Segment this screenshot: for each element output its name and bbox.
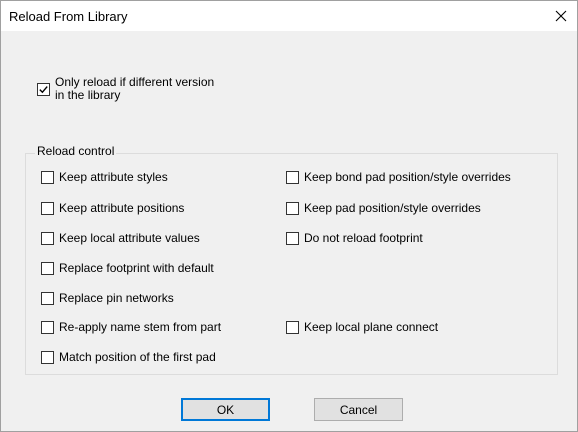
only-reload-label: Only reload if different version in the … (55, 76, 214, 102)
keep-attribute-positions-option[interactable]: Keep attribute positions (41, 202, 184, 218)
re-apply-name-stem-label: Re-apply name stem from part (59, 320, 222, 334)
keep-pad-overrides-label: Keep pad position/style overrides (304, 201, 481, 215)
keep-local-plane-connect-checkbox[interactable] (286, 321, 299, 334)
keep-attribute-positions-label: Keep attribute positions (59, 201, 185, 215)
keep-bond-pad-overrides-option[interactable]: Keep bond pad position/style overrides (286, 171, 511, 187)
dialog-title: Reload From Library (9, 9, 128, 24)
re-apply-name-stem-option[interactable]: Re-apply name stem from part (41, 321, 221, 337)
replace-footprint-with-default-option[interactable]: Replace footprint with default (41, 262, 214, 278)
re-apply-name-stem-checkbox[interactable] (41, 321, 54, 334)
replace-pin-networks-label: Replace pin networks (59, 291, 174, 305)
keep-local-attribute-values-label: Keep local attribute values (59, 231, 200, 245)
keep-bond-pad-overrides-checkbox[interactable] (286, 171, 299, 184)
do-not-reload-footprint-checkbox[interactable] (286, 232, 299, 245)
keep-local-plane-connect-option[interactable]: Keep local plane connect (286, 321, 438, 337)
keep-pad-overrides-checkbox[interactable] (286, 202, 299, 215)
check-icon (39, 86, 48, 94)
replace-pin-networks-option[interactable]: Replace pin networks (41, 292, 174, 308)
ok-button[interactable]: OK (181, 398, 270, 421)
close-button[interactable] (545, 1, 577, 31)
keep-local-plane-connect-label: Keep local plane connect (304, 320, 439, 334)
close-icon (555, 10, 567, 22)
replace-footprint-label: Replace footprint with default (59, 261, 214, 275)
keep-local-attribute-values-checkbox[interactable] (41, 232, 54, 245)
keep-pad-overrides-option[interactable]: Keep pad position/style overrides (286, 202, 481, 218)
only-reload-checkbox[interactable] (37, 83, 50, 96)
keep-attribute-styles-checkbox[interactable] (41, 171, 54, 184)
title-bar: Reload From Library (1, 1, 577, 31)
replace-pin-networks-checkbox[interactable] (41, 292, 54, 305)
match-position-first-pad-checkbox[interactable] (41, 351, 54, 364)
do-not-reload-footprint-label: Do not reload footprint (304, 231, 423, 245)
match-position-first-pad-label: Match position of the first pad (59, 350, 216, 364)
keep-attribute-styles-label: Keep attribute styles (59, 170, 168, 184)
cancel-button[interactable]: Cancel (314, 398, 403, 421)
do-not-reload-footprint-option[interactable]: Do not reload footprint (286, 232, 423, 248)
reload-control-group-label: Reload control (35, 144, 117, 158)
keep-attribute-positions-checkbox[interactable] (41, 202, 54, 215)
only-reload-label-line2: in the library (55, 88, 121, 102)
match-position-first-pad-option[interactable]: Match position of the first pad (41, 351, 216, 367)
replace-footprint-checkbox[interactable] (41, 262, 54, 275)
keep-local-attribute-values-option[interactable]: Keep local attribute values (41, 232, 200, 248)
only-reload-if-different-option[interactable]: Only reload if different version in the … (37, 76, 214, 106)
keep-attribute-styles-option[interactable]: Keep attribute styles (41, 171, 168, 187)
keep-bond-pad-overrides-label: Keep bond pad position/style overrides (304, 170, 511, 184)
